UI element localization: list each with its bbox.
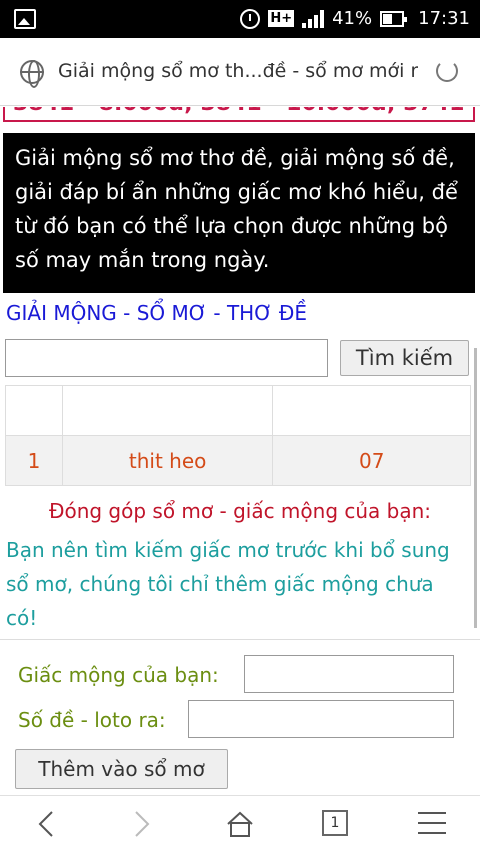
row-number: 07: [272, 435, 471, 486]
home-icon[interactable]: [226, 810, 254, 838]
browser-bottom-bar: 1: [0, 795, 480, 854]
contribute-note: Bạn nên tìm kiếm giấc mơ trước khi bổ su…: [6, 538, 450, 630]
table-row: 1 thit heo 07: [5, 435, 471, 486]
clock: 17:31: [418, 8, 470, 29]
dream-label: Giấc mộng của bạn:: [18, 663, 219, 687]
page-title-url[interactable]: Giải mộng sổ mơ th...đề - sổ mơ mới nh: [58, 60, 418, 82]
dream-input[interactable]: [244, 655, 454, 693]
status-bar: H+ 41% 17:31: [0, 0, 480, 38]
battery-percent: 41%: [332, 8, 373, 29]
search-button[interactable]: Tìm kiếm: [340, 340, 469, 376]
clipped-results-line: 3841 - 8.000đ; 3841 - 10.000đ; 3741 - 10…: [3, 107, 475, 122]
forward-icon[interactable]: [132, 810, 152, 838]
network-type: H+: [268, 10, 295, 27]
signal-icon: [302, 9, 325, 28]
row-dream: thit heo: [61, 435, 274, 486]
globe-icon: [20, 60, 44, 88]
section-title: GIẢI MỘNG - SỔ MƠ - THƠ ĐỀ: [6, 301, 307, 325]
battery-icon: [380, 10, 408, 27]
tabs-icon[interactable]: 1: [322, 810, 348, 836]
intro-text: Giải mộng sổ mơ thơ đề, giải mộng số đề,…: [15, 146, 458, 272]
table-header-row: [5, 385, 471, 436]
alarm-icon: [240, 8, 261, 29]
header-cell: [5, 385, 63, 436]
number-label: Số đề - loto ra:: [18, 708, 166, 732]
add-dream-button[interactable]: Thêm vào sổ mơ: [15, 749, 228, 789]
intro-box: Giải mộng sổ mơ thơ đề, giải mộng số đề,…: [3, 133, 475, 293]
web-content: 3841 - 8.000đ; 3841 - 10.000đ; 3741 - 10…: [0, 107, 480, 795]
scrollbar[interactable]: [474, 348, 477, 628]
row-index: 1: [5, 435, 63, 486]
back-icon[interactable]: [36, 810, 56, 838]
divider: [0, 639, 480, 640]
status-icons: H+ 41% 17:31: [240, 8, 470, 29]
results-table: 1 thit heo 07: [5, 385, 471, 486]
number-input[interactable]: [188, 700, 454, 738]
search-input[interactable]: [5, 339, 328, 377]
reload-icon[interactable]: [436, 60, 458, 82]
menu-icon[interactable]: [418, 812, 446, 842]
image-notification-icon: [14, 9, 36, 29]
address-bar[interactable]: Giải mộng sổ mơ th...đề - sổ mơ mới nh: [0, 38, 480, 106]
header-cell: [272, 385, 471, 436]
contribute-title: Đóng góp sổ mơ - giấc mộng của bạn:: [48, 499, 432, 523]
header-cell: [61, 385, 274, 436]
